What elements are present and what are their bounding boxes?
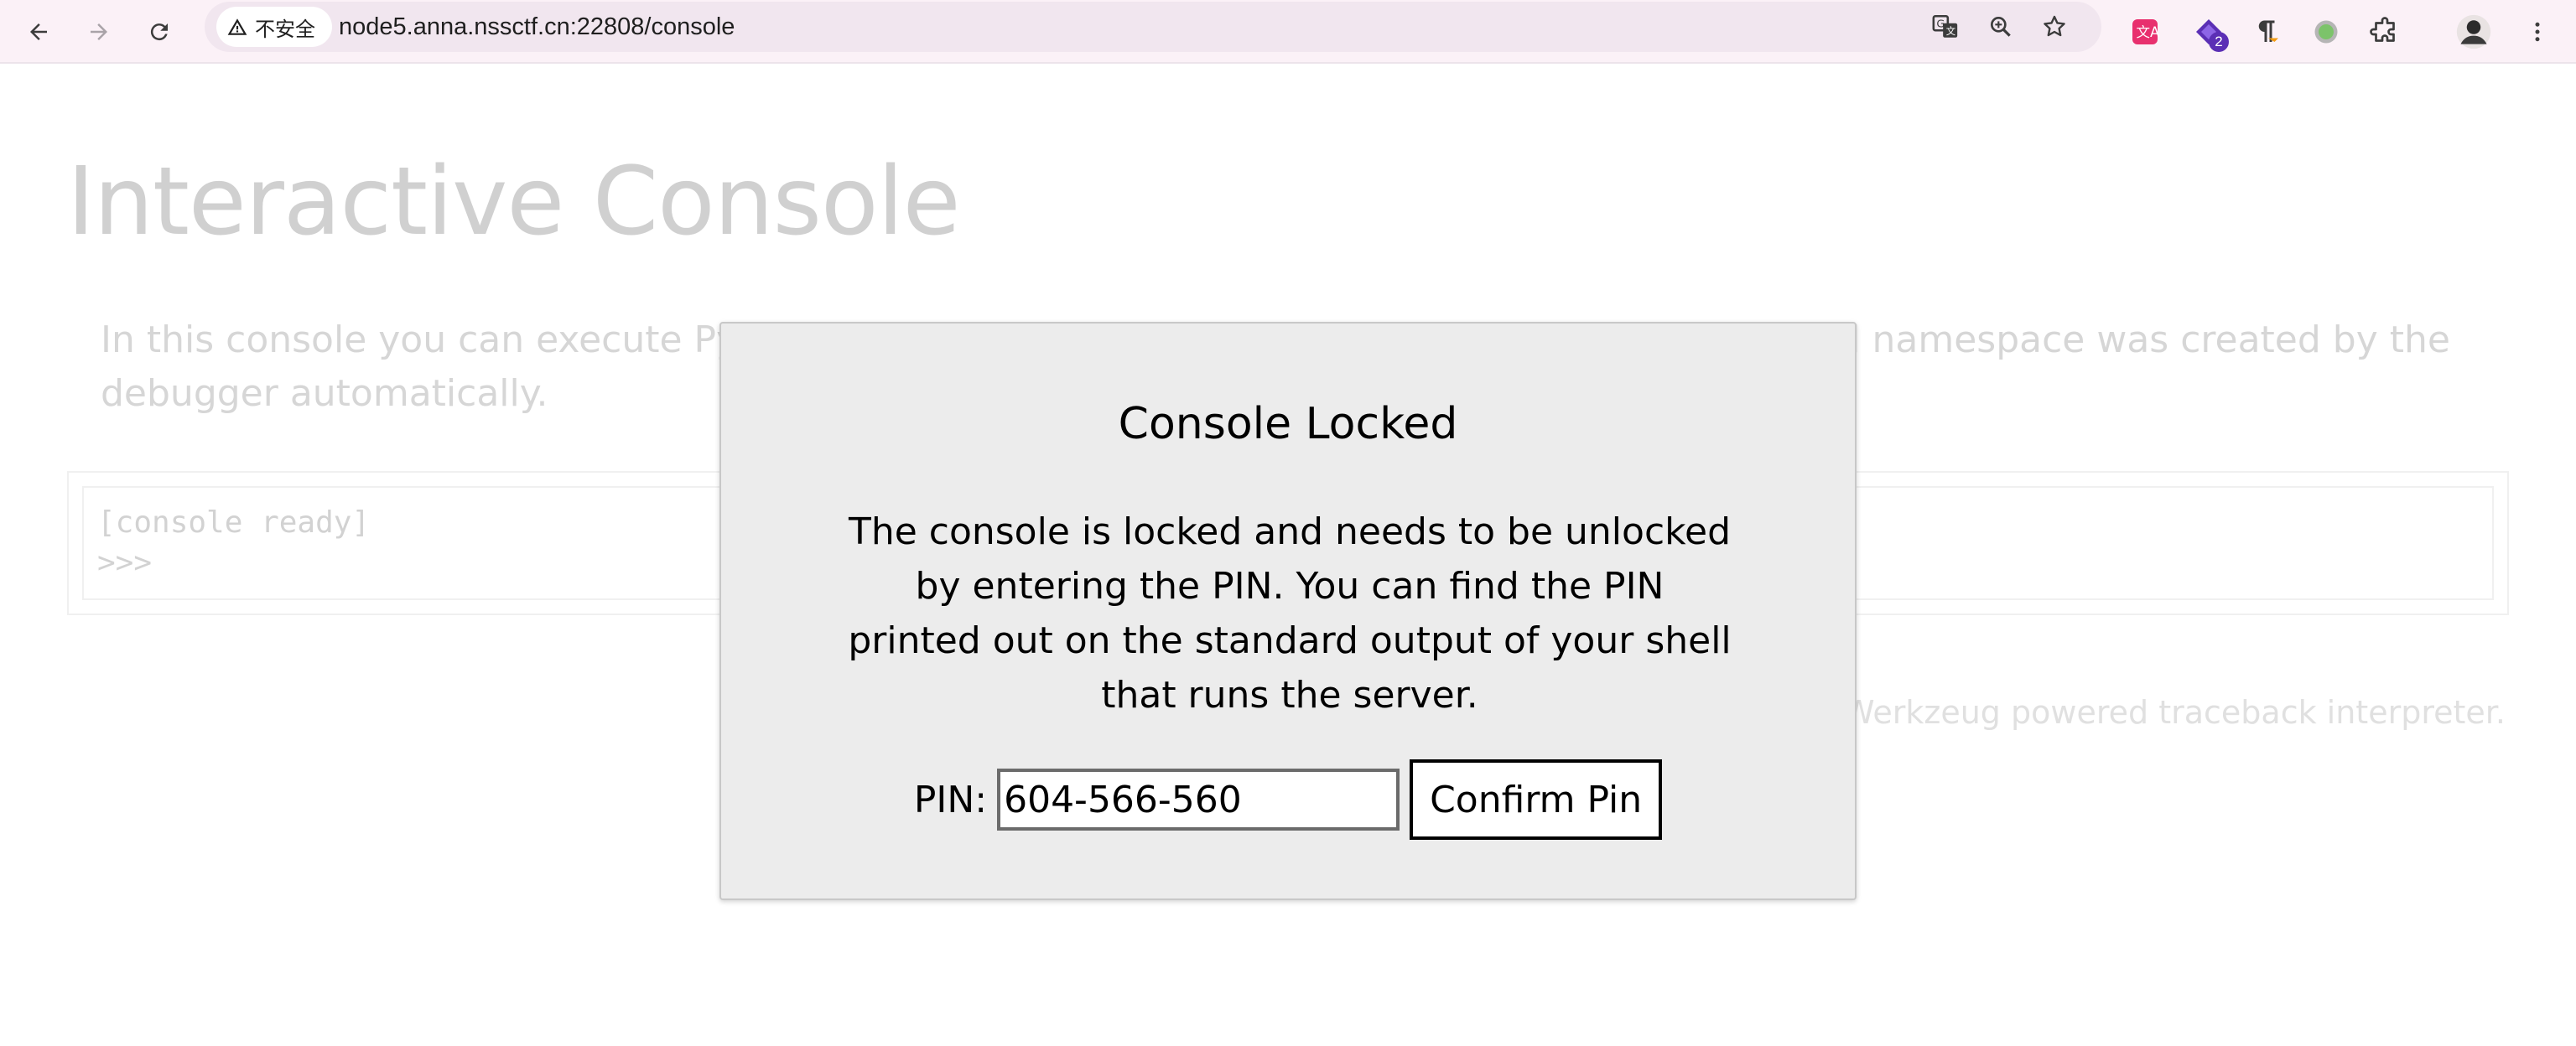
- reload-icon: [150, 23, 168, 41]
- menu-more-icon[interactable]: [2512, 7, 2563, 57]
- profile-avatar-icon: [2456, 14, 2491, 49]
- warning-icon: [226, 16, 248, 38]
- pin-label: PIN:: [913, 778, 988, 821]
- url-text[interactable]: node5.anna.nssctf.cn:22808/console: [339, 2, 735, 52]
- browser-toolbar: 不安全 node5.anna.nssctf.cn:22808/console G…: [0, 0, 2576, 64]
- svg-text:文A: 文A: [2137, 24, 2161, 40]
- confirm-pin-button[interactable]: Confirm Pin: [1410, 759, 1663, 840]
- modal-text: The console is locked and needs to be un…: [848, 510, 1732, 717]
- translate-extension-icon[interactable]: 文A: [2120, 7, 2170, 57]
- circle-extension-icon[interactable]: [2301, 7, 2351, 57]
- page-title: Interactive Console: [67, 148, 961, 256]
- security-label: 不安全: [255, 17, 315, 41]
- translate-icon[interactable]: G文: [1924, 5, 1967, 49]
- security-chip[interactable]: 不安全: [216, 7, 332, 47]
- forward-button[interactable]: [74, 7, 124, 57]
- modal-title: Console Locked: [1118, 399, 1458, 449]
- bookmark-star-icon[interactable]: [2033, 5, 2076, 49]
- arrow-left-icon: [30, 23, 47, 40]
- puzzle-extensions-icon[interactable]: [2360, 7, 2410, 57]
- address-bar[interactable]: 不安全 node5.anna.nssctf.cn:22808/console G…: [205, 2, 2101, 52]
- extension-badge: 2: [2209, 32, 2229, 52]
- pilcrow-extension-icon[interactable]: [2241, 7, 2291, 57]
- back-button[interactable]: [13, 7, 64, 57]
- arrow-right-icon: [91, 23, 107, 40]
- reload-button[interactable]: [134, 7, 184, 57]
- zoom-icon[interactable]: [1979, 5, 2023, 49]
- diamond-extension-icon[interactable]: 2: [2184, 7, 2234, 57]
- pin-row: PIN: Confirm Pin: [721, 759, 1855, 840]
- console-locked-modal: Console Locked The console is locked and…: [719, 322, 1857, 900]
- avatar[interactable]: [2449, 7, 2499, 57]
- pin-input[interactable]: [997, 769, 1400, 831]
- svg-text:文: 文: [1946, 25, 1955, 37]
